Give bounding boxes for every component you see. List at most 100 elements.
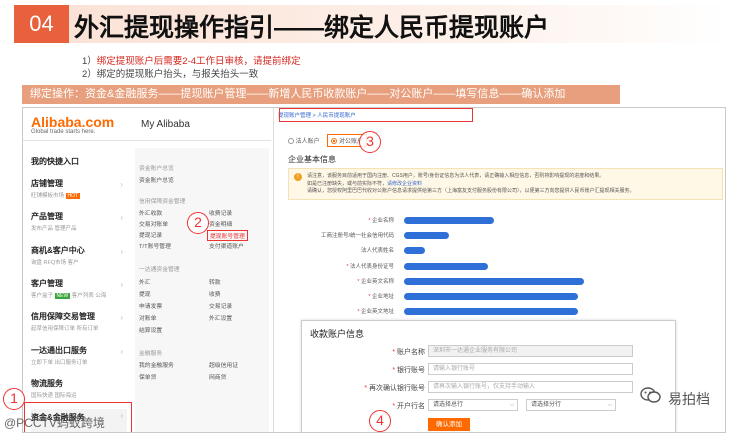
menu-item[interactable]: 超级信用证 xyxy=(209,360,238,369)
company-field-row: * 企业英文地址 xyxy=(294,307,714,316)
step-marker-4: 4 xyxy=(369,410,391,432)
edit-company-link[interactable]: 请修改企业资料 xyxy=(387,181,422,187)
redacted-value-bar xyxy=(404,247,425,255)
sidebar-item-export[interactable]: 一达通出口服务 立即下单 出口服务订单 › xyxy=(31,345,127,366)
company-field-row: 法人代表姓名 xyxy=(294,246,714,255)
chevron-right-icon: › xyxy=(120,180,123,189)
menu-heading: 一达通资金管理 xyxy=(139,267,180,273)
redacted-value-bar xyxy=(404,293,578,300)
field-label: 工商注册号/统一社会信用代码 xyxy=(320,233,394,240)
field-label: * 企业名称 xyxy=(368,218,394,224)
sidebar-item-label: 店铺管理 xyxy=(31,179,63,188)
field-label: * 账户名称 xyxy=(392,349,425,356)
operation-banner: 绑定操作：资金&金融服务——提现账户管理——新增人民币收款账户——对公账户——填… xyxy=(22,85,620,104)
menu-item[interactable]: 结算设置 xyxy=(139,325,162,334)
chevron-down-icon: ⌵ xyxy=(607,402,612,408)
chevron-right-icon: › xyxy=(120,313,123,322)
chevron-right-icon: › xyxy=(120,213,123,222)
watermark-left: @PCCTV蚂蚁跨境 xyxy=(4,416,105,430)
menu-item[interactable]: 交易记录 xyxy=(209,301,232,310)
menu-item[interactable]: 网商贷 xyxy=(209,372,226,381)
chevron-right-icon: › xyxy=(120,280,123,289)
sidebar-item-label: 我的快捷入口 xyxy=(31,157,79,166)
sidebar-item-logistics[interactable]: 物流服务 国际快递 国际海运 xyxy=(31,378,127,399)
menu-item[interactable]: 外汇收款 xyxy=(139,208,162,217)
my-alibaba-title[interactable]: My Alibaba xyxy=(141,119,190,130)
menu-item[interactable]: 收费记录 xyxy=(209,208,232,217)
field-label: * 企业地址 xyxy=(368,294,394,300)
menu-item[interactable]: T/T账号管理 xyxy=(139,241,171,250)
sidebar-item-shortcuts[interactable]: 我的快捷入口 xyxy=(31,156,127,167)
redacted-value-bar xyxy=(404,217,494,224)
radio-selected-icon xyxy=(331,138,338,145)
sidebar-item-customers[interactable]: 客户管理 客户盒子 NEW 客户列表 公海 › xyxy=(31,278,127,299)
account-name-row: * 账户名称 深圳市一达通企业服务有限公司 xyxy=(302,345,677,358)
menu-item[interactable]: 外汇设置 xyxy=(209,313,232,322)
bank-account-input[interactable]: 请输入银行账号 xyxy=(428,363,633,375)
withdraw-account-form: 提现账户管理 > 人民币提现账户 法人账户 对公账户 企业基本信息 ! 请注意，… xyxy=(273,108,725,432)
menu-item[interactable]: 转款 xyxy=(209,277,221,286)
sidebar-item-label: 产品管理 xyxy=(31,212,63,221)
slide-number: 04 xyxy=(14,5,69,43)
head-bank-select[interactable]: 请选择总行 ⌵ xyxy=(428,399,518,411)
menu-item[interactable]: 对账单 xyxy=(139,313,156,322)
menu-heading: 资金账户总览 xyxy=(139,166,174,172)
chevron-right-icon: › xyxy=(120,247,123,256)
menu-item[interactable]: 提现 xyxy=(139,289,151,298)
menu-item[interactable]: 交易对账单 xyxy=(139,219,168,228)
confirm-add-button[interactable]: 确认添加 xyxy=(428,418,470,431)
menu-item[interactable]: 外汇 xyxy=(139,277,151,286)
redacted-value-bar xyxy=(404,262,488,270)
sidebar-item-sub: 旺铺模板市场 HOT xyxy=(31,193,81,199)
note-1: 1）绑定提现账户后需要2-4工作日审核，请提前绑定 xyxy=(82,53,301,67)
sidebar-item-label: 客户管理 xyxy=(31,279,63,288)
menu-item[interactable]: 支付渠道账户 xyxy=(209,241,244,250)
hot-badge: HOT xyxy=(65,193,81,199)
account-info-panel: 收款账户信息 * 账户名称 深圳市一达通企业服务有限公司 * 银行账号 请输入银… xyxy=(301,320,677,432)
sidebar-item-sub: 客户盒子 NEW 客户列表 公海 xyxy=(31,293,107,299)
menu-item[interactable]: 提现记录 xyxy=(139,230,162,239)
confirm-account-row: * 再次确认银行账号 请再次输入银行账号，仅支持手动输入 xyxy=(302,381,677,394)
confirm-account-input[interactable]: 请再次输入银行账号，仅支持手动输入 xyxy=(428,381,633,393)
watermark-right: 易拍档 xyxy=(668,391,710,407)
radio-icon xyxy=(288,138,294,145)
section-title: 企业基本信息 xyxy=(288,155,336,164)
menu-item[interactable]: 收费 xyxy=(209,289,221,298)
menu-item[interactable]: 保单贷 xyxy=(139,372,156,381)
menu-item[interactable]: 申请发票 xyxy=(139,301,162,310)
field-label: * 企业英文名称 xyxy=(357,278,394,285)
slide-title: 外汇提现操作指引——绑定人民币提现账户 xyxy=(74,14,550,42)
warning-notice: ! 请注意，该服务目前适用于国内注册、CGS用户，账号/身份证信息为法人代表，请… xyxy=(288,168,723,200)
note-2: 2）绑定的提现账户抬头，与报关抬头一致 xyxy=(82,69,259,80)
sidebar-item-label: 信用保障交易管理 xyxy=(31,312,95,321)
account-info-title: 收款账户信息 xyxy=(310,329,365,339)
menu-item[interactable]: 资金账户总览 xyxy=(139,175,174,184)
wechat-icon xyxy=(640,387,661,403)
sidebar-item-opportunities[interactable]: 商机&客户中心 询盘 RFQ市场 客户 › xyxy=(31,245,127,266)
menu-heading: 金融服务 xyxy=(139,351,163,357)
company-field-row: * 法人代表身份证号 xyxy=(294,262,714,271)
sidebar-item-trade-assurance[interactable]: 信用保障交易管理 起草信用保障订单 所有订单 › xyxy=(31,311,127,332)
menu-item[interactable]: 我的金融服务 xyxy=(139,360,174,369)
field-label: 法人代表姓名 xyxy=(360,248,394,255)
field-label: * 银行账号 xyxy=(392,367,425,374)
alibaba-sidebar: 我的快捷入口 店铺管理 旺铺模板市场 HOT › 产品管理 发布产品 管理产品 … xyxy=(23,148,131,432)
tab-personal-account[interactable]: 法人账户 xyxy=(288,136,320,145)
field-label: * 企业英文地址 xyxy=(357,309,394,316)
step-marker-1: 1 xyxy=(3,388,25,410)
chevron-down-icon: ⌵ xyxy=(509,402,514,408)
warning-line-2: 如是已注册缺失，或与前实际不符，请修改企业资料 xyxy=(307,180,423,187)
screenshot-frame: Alibaba.com Global trade starts here. My… xyxy=(22,107,726,433)
field-label: * 法人代表身份证号 xyxy=(346,263,394,270)
alibaba-header: Alibaba.com Global trade starts here. My… xyxy=(23,108,271,141)
sidebar-item-products[interactable]: 产品管理 发布产品 管理产品 › xyxy=(31,211,127,232)
branch-bank-select[interactable]: 请选择分行 ⌵ xyxy=(526,399,616,411)
field-label: * 开户行名 xyxy=(392,403,425,410)
sidebar-item-store[interactable]: 店铺管理 旺铺模板市场 HOT › xyxy=(31,178,127,199)
alibaba-logo[interactable]: Alibaba.com Global trade starts here. xyxy=(31,114,114,135)
warning-line-3: 请确认，您授权阿里巴巴代收对公账户信息请求提供给第三方（上海富友支付服务股份有限… xyxy=(307,188,635,194)
redacted-value-bar xyxy=(404,277,584,285)
menu-item[interactable]: 资金明细 xyxy=(209,219,232,228)
sidebar-item-sub: 国际快递 国际海运 xyxy=(31,393,77,399)
menu-item-withdraw-account[interactable]: 提现账号管理 xyxy=(207,230,248,241)
